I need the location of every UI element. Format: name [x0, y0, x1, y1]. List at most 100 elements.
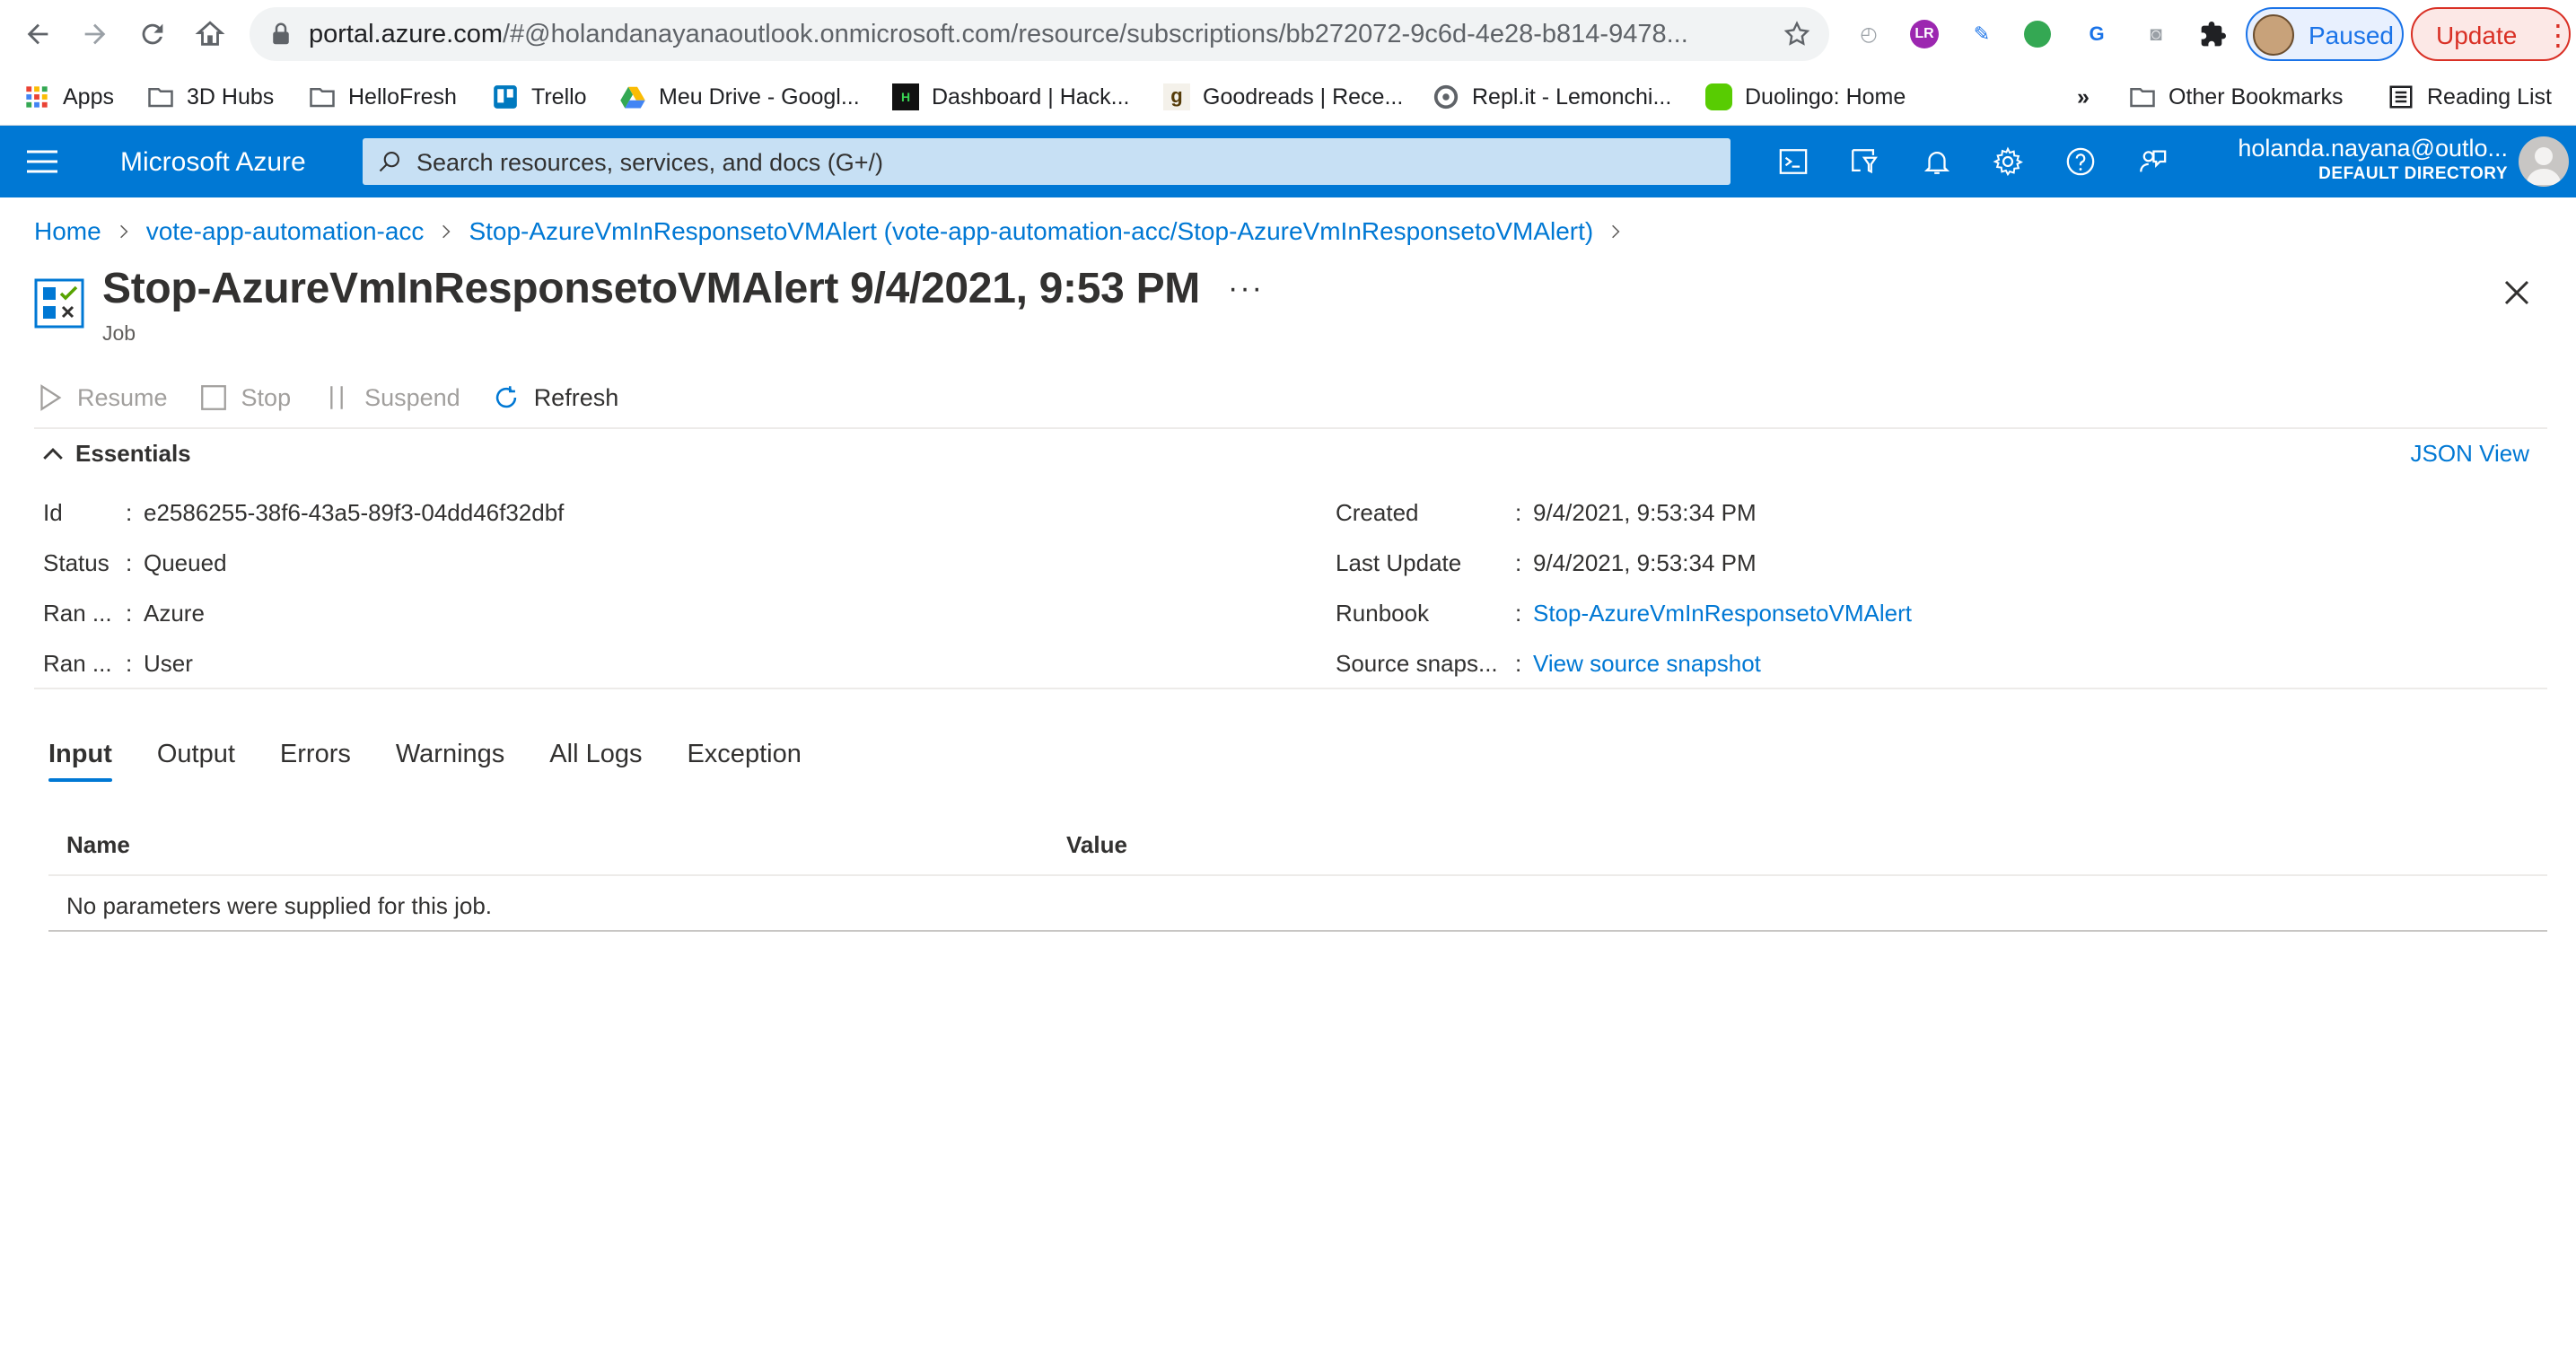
kebab-menu-icon: ⋮ — [2544, 19, 2572, 51]
extension-camera-icon[interactable]: ◙ — [2140, 18, 2172, 50]
bookmark-apps[interactable]: Apps — [23, 77, 114, 117]
refresh-button[interactable]: Refresh — [491, 382, 618, 413]
extension-pen-icon[interactable]: ✎ — [1966, 18, 1998, 50]
suspend-button[interactable]: Suspend — [321, 382, 460, 413]
address-bar[interactable]: portal.azure.com/#@holandanayanaoutlook.… — [250, 7, 1829, 61]
search-icon — [379, 152, 399, 172]
profile-avatar — [2253, 14, 2294, 56]
extensions-puzzle-icon[interactable] — [2197, 18, 2230, 50]
breadcrumb-runbook[interactable]: Stop-AzureVmInResponsetoVMAlert (vote-ap… — [469, 217, 1593, 246]
breadcrumb: Home vote-app-automation-acc Stop-AzureV… — [34, 217, 1638, 246]
tab-all-logs[interactable]: All Logs — [549, 740, 642, 782]
hackerrank-icon: H — [892, 83, 919, 110]
refresh-icon — [495, 386, 516, 408]
cloud-shell-button[interactable] — [1774, 142, 1813, 181]
lock-icon — [273, 22, 289, 45]
essentials-divider — [34, 688, 2547, 689]
directory-filter-button[interactable] — [1844, 142, 1884, 181]
trello-icon — [492, 83, 519, 110]
gear-icon — [1993, 146, 2023, 177]
hamburger-menu-icon[interactable] — [27, 149, 57, 174]
azure-brand[interactable]: Microsoft Azure — [120, 147, 306, 178]
home-icon — [195, 21, 225, 46]
feedback-icon — [2140, 150, 2167, 172]
stop-button[interactable]: Stop — [198, 382, 291, 413]
bookmark-hellofresh[interactable]: HelloFresh — [309, 77, 457, 117]
command-bar-divider — [34, 427, 2547, 429]
help-button[interactable] — [2061, 142, 2100, 181]
tab-output[interactable]: Output — [157, 740, 235, 782]
browser-toolbar: portal.azure.com/#@holandanayanaoutlook.… — [0, 0, 2576, 68]
bookmark-3d-hubs[interactable]: 3D Hubs — [147, 77, 274, 117]
arrow-left-icon — [27, 23, 48, 45]
grid-empty-message: No parameters were supplied for this job… — [66, 892, 493, 919]
extension-smile-icon[interactable] — [2021, 18, 2054, 50]
tab-exception[interactable]: Exception — [687, 740, 801, 782]
folder-icon — [2129, 83, 2156, 110]
pause-icon — [330, 386, 343, 409]
account-menu[interactable]: holanda.nayana@outlo... DEFAULT DIRECTOR… — [2238, 135, 2508, 184]
tab-errors[interactable]: Errors — [280, 740, 351, 782]
bookmarks-bar: Apps 3D Hubs HelloFresh Trello Meu Drive… — [0, 68, 2576, 126]
bookmark-hackerrank[interactable]: H Dashboard | Hack... — [892, 77, 1129, 117]
user-avatar[interactable] — [2519, 136, 2569, 187]
update-button[interactable]: Update ⋮ — [2411, 7, 2572, 61]
essentials-toggle[interactable]: Essentials — [41, 440, 191, 468]
notifications-button[interactable] — [1917, 142, 1957, 181]
reload-button[interactable] — [129, 13, 176, 56]
more-actions-button[interactable]: ··· — [1228, 271, 1264, 306]
view-source-snapshot-link[interactable]: View source snapshot — [1533, 650, 1761, 678]
bookmarks-overflow-button[interactable]: » — [2077, 77, 2090, 117]
breadcrumb-home[interactable]: Home — [34, 217, 101, 246]
bookmark-star-icon[interactable] — [1783, 20, 1811, 48]
command-bar: Resume Stop Suspend Refresh — [34, 375, 649, 420]
bookmark-goodreads[interactable]: g Goodreads | Rece... — [1163, 77, 1403, 117]
apps-grid-icon — [23, 83, 50, 110]
home-button[interactable] — [187, 13, 233, 56]
column-header-name[interactable]: Name — [66, 831, 130, 859]
chevron-right-icon — [119, 224, 128, 239]
person-icon — [2526, 147, 2562, 185]
chevron-right-icon — [442, 224, 451, 239]
extension-timer-icon[interactable]: ◴ — [1853, 18, 1885, 50]
tab-warnings[interactable]: Warnings — [396, 740, 504, 782]
bell-icon — [1923, 152, 1950, 174]
cloud-shell-icon — [1779, 149, 1808, 174]
url-text: portal.azure.com/#@holandanayanaoutlook.… — [309, 20, 1688, 48]
job-tabs: Input Output Errors Warnings All Logs Ex… — [48, 740, 846, 782]
bookmark-replit[interactable]: Repl.it - Lemonchi... — [1433, 77, 1671, 117]
job-checklist-icon — [34, 278, 84, 329]
runbook-link[interactable]: Stop-AzureVmInResponsetoVMAlert — [1533, 600, 1912, 627]
back-button[interactable] — [14, 13, 61, 56]
reading-list-icon — [2388, 83, 2414, 110]
page-subtitle: Job — [102, 321, 136, 345]
extension-g-lock-icon[interactable]: G — [2081, 18, 2113, 50]
tab-input[interactable]: Input — [48, 740, 112, 782]
directory-filter-icon — [1852, 149, 1878, 174]
replit-icon — [1433, 83, 1459, 110]
bookmark-other-bookmarks[interactable]: Other Bookmarks — [2129, 77, 2344, 117]
reload-icon — [142, 23, 163, 45]
column-header-value[interactable]: Value — [1066, 831, 1127, 859]
json-view-link[interactable]: JSON View — [2411, 440, 2529, 468]
profile-paused-button[interactable]: Paused — [2246, 7, 2404, 61]
page-title: Stop-AzureVmInResponsetoVMAlert 9/4/2021… — [102, 265, 1200, 312]
extension-lr-icon[interactable]: LR — [1908, 18, 1941, 50]
resume-button[interactable]: Resume — [34, 382, 168, 413]
reading-list-button[interactable]: Reading List — [2388, 77, 2552, 117]
forward-button[interactable] — [72, 13, 118, 56]
google-drive-icon — [619, 83, 646, 110]
help-icon — [2066, 147, 2095, 176]
bookmark-duolingo[interactable]: Duolingo: Home — [1705, 77, 1906, 117]
breadcrumb-automation-account[interactable]: vote-app-automation-acc — [146, 217, 425, 246]
global-search-input[interactable]: Search resources, services, and docs (G+… — [363, 138, 1730, 185]
feedback-button[interactable] — [2133, 142, 2172, 181]
chevron-right-icon — [1612, 224, 1620, 239]
bookmark-google-drive[interactable]: Meu Drive - Googl... — [619, 77, 860, 117]
bookmark-trello[interactable]: Trello — [492, 77, 587, 117]
arrow-right-icon — [84, 23, 106, 45]
stop-icon — [200, 385, 226, 410]
close-icon[interactable] — [2501, 276, 2533, 309]
settings-button[interactable] — [1988, 142, 2028, 181]
goodreads-icon: g — [1163, 83, 1190, 110]
